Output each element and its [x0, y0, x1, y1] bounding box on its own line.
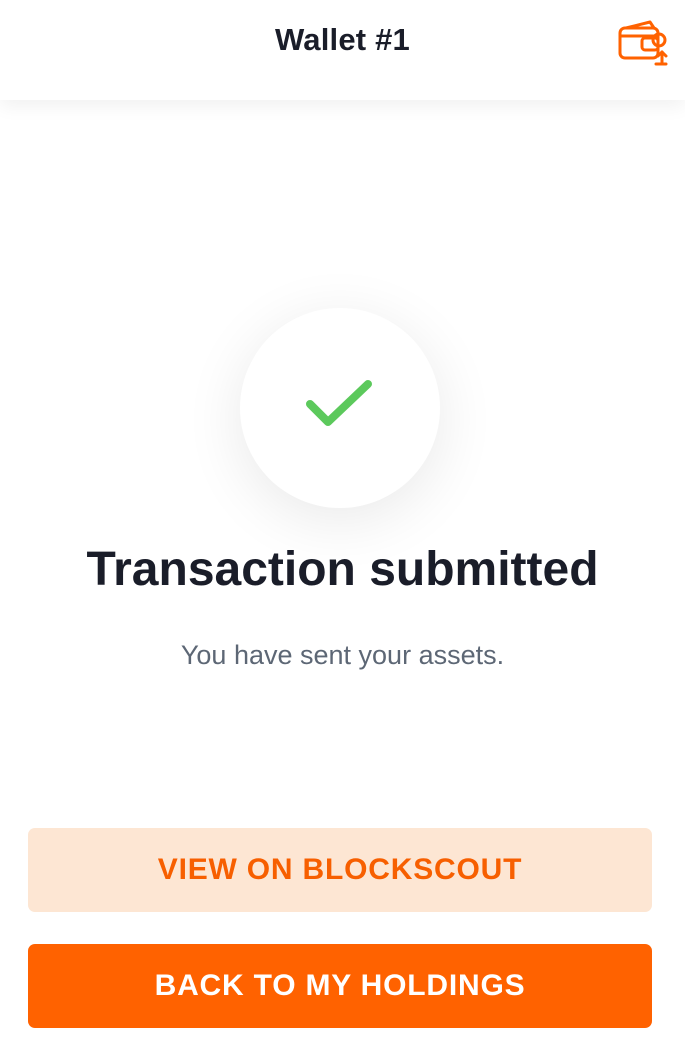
status-title: Transaction submitted [86, 543, 599, 596]
check-icon [306, 380, 372, 426]
wallet-switch-icon[interactable] [616, 18, 670, 68]
view-on-explorer-button[interactable]: VIEW ON BLOCKSCOUT [28, 828, 652, 912]
main-content: Transaction submitted You have sent your… [0, 100, 685, 1051]
status-subtitle: You have sent your assets. [180, 640, 505, 670]
page-title: Wallet #1 [274, 22, 411, 57]
success-indicator [240, 308, 440, 508]
app-header: Wallet #1 [0, 0, 685, 100]
back-to-holdings-button[interactable]: BACK TO MY HOLDINGS [28, 944, 652, 1028]
